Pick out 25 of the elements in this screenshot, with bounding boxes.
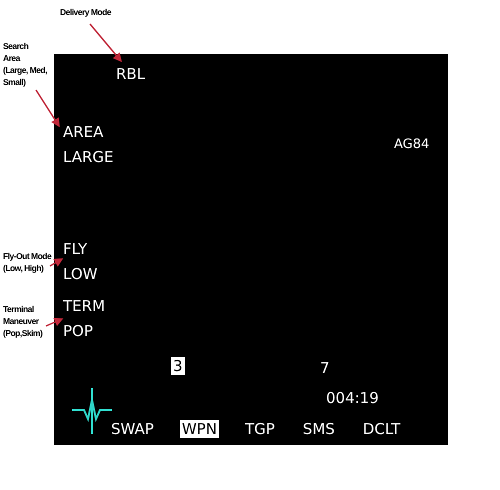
- option-value: POP: [63, 322, 94, 340]
- option-value: LARGE: [63, 148, 114, 166]
- menu-button[interactable]: TGP: [242, 420, 277, 438]
- menu-button[interactable]: WPN: [180, 420, 219, 438]
- callout-arrow: [89, 24, 122, 62]
- menu-button[interactable]: DCLT: [360, 420, 402, 438]
- option-label[interactable]: TERM: [63, 297, 106, 315]
- callout-arrow: [50, 258, 64, 267]
- option-label[interactable]: AREA: [63, 123, 114, 141]
- weapon-label: AG84: [394, 136, 430, 154]
- heartbeat-icon: [72, 388, 112, 434]
- menu-button[interactable]: SWAP: [109, 420, 156, 438]
- callout-label: Delivery Mode: [60, 6, 112, 18]
- callout-label: Terminal Maneuver (Pop,Skim): [3, 303, 42, 339]
- delivery-mode: RBL: [116, 65, 146, 83]
- callout-arrow: [46, 318, 64, 327]
- count-readout: 7: [319, 359, 331, 377]
- callout-label: Search Area (Large, Med, Small): [3, 40, 47, 88]
- option-label[interactable]: FLY: [63, 240, 98, 258]
- callout-label: Fly-Out Mode (Low, High): [3, 250, 52, 274]
- callout-arrow: [35, 90, 60, 128]
- time-readout: 004:19: [326, 389, 379, 407]
- count-readout: 3: [171, 357, 185, 375]
- menu-button[interactable]: SMS: [300, 420, 337, 438]
- option-value: LOW: [63, 265, 98, 283]
